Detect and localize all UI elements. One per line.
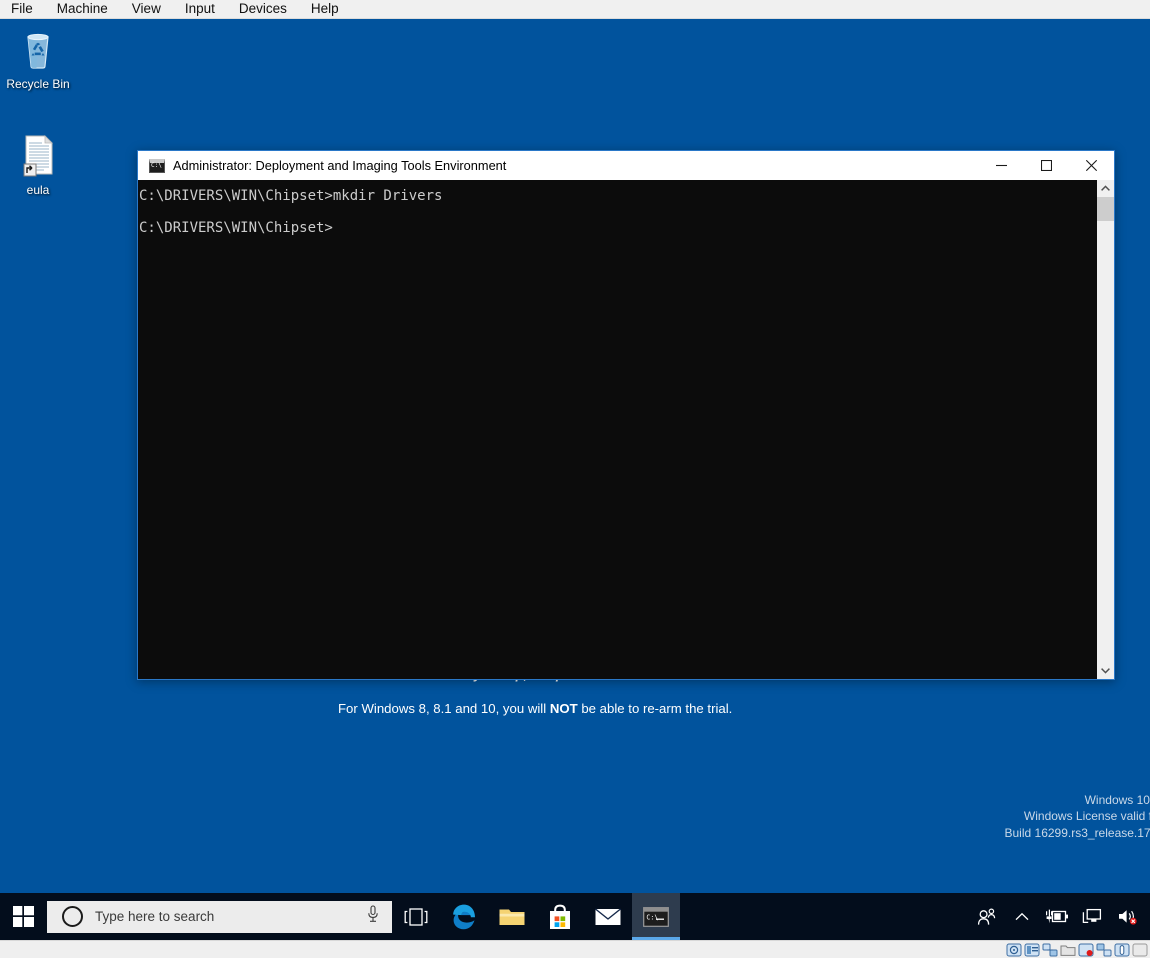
search-placeholder-text: Type here to search xyxy=(95,909,215,924)
tray-power-icon[interactable] xyxy=(1039,893,1074,940)
people-icon xyxy=(977,907,995,925)
virtualbox-menubar: File Machine View Input Devices Help xyxy=(0,0,1150,19)
mail-envelope-icon xyxy=(595,907,621,925)
hard-disk-icon[interactable] xyxy=(1006,943,1022,957)
minimize-button[interactable] xyxy=(979,151,1024,180)
windows-watermark: Windows 10 Enterprise Windows License va… xyxy=(1005,792,1150,842)
desktop-icon-recycle-bin-label: Recycle Bin xyxy=(6,77,70,91)
cortana-circle-icon xyxy=(62,906,83,927)
usb-icon[interactable] xyxy=(1096,943,1112,957)
vbox-menu-input[interactable]: Input xyxy=(173,0,227,18)
cmd-icon xyxy=(149,158,165,173)
windows-desktop[interactable]: Recycle Bin eula For Windows 8, 8.1 and … xyxy=(0,19,1150,893)
console-titlebar[interactable]: Administrator: Deployment and Imaging To… xyxy=(138,151,1114,181)
host-key-icon xyxy=(1132,943,1148,957)
text-document-icon xyxy=(14,131,62,179)
taskbar-file-explorer[interactable] xyxy=(488,893,536,940)
start-button[interactable] xyxy=(0,893,47,940)
info-line-no-rearm-bold: NOT xyxy=(549,701,578,716)
tray-volume-icon[interactable] xyxy=(1109,893,1144,940)
vbox-menu-help[interactable]: Help xyxy=(299,0,351,18)
scrollbar-down-arrow[interactable] xyxy=(1097,662,1114,679)
network-icon[interactable] xyxy=(1042,943,1058,957)
watermark-build: Build 16299.rs3_release.170928-1534 xyxy=(1004,825,1150,840)
scrollbar-thumb[interactable] xyxy=(1097,197,1114,221)
taskbar-task-view[interactable] xyxy=(392,893,440,940)
taskbar-edge[interactable] xyxy=(440,893,488,940)
vbox-menu-view[interactable]: View xyxy=(120,0,173,18)
display-icon[interactable] xyxy=(1078,943,1094,957)
edge-icon xyxy=(453,904,475,929)
maximize-button[interactable] xyxy=(1024,151,1069,180)
vbox-menu-file[interactable]: File xyxy=(0,0,45,18)
task-view-icon xyxy=(404,907,428,926)
virtualbox-statusbar xyxy=(0,940,1150,958)
battery-charging-icon xyxy=(1045,909,1068,924)
scrollbar-up-arrow[interactable] xyxy=(1097,180,1114,197)
folder-icon xyxy=(499,909,525,925)
taskbar-command-prompt[interactable]: C:\ xyxy=(632,893,680,940)
windows-taskbar: Type here to search C:\ xyxy=(0,893,1150,940)
shared-folder-icon[interactable] xyxy=(1060,943,1076,957)
watermark-license: Windows License valid for 90 days xyxy=(1023,809,1150,823)
windows-logo-icon xyxy=(13,906,34,927)
vbox-menu-devices[interactable]: Devices xyxy=(227,0,299,18)
taskbar-microsoft-store[interactable] xyxy=(536,893,584,940)
desktop-icon-eula-label: eula xyxy=(26,183,50,197)
system-tray xyxy=(969,893,1150,940)
cmd-taskbar-icon: C:\ xyxy=(643,906,669,927)
store-bag-icon xyxy=(550,904,570,929)
desktop-icon-eula[interactable]: eula xyxy=(0,131,76,197)
info-line-no-rearm-after: be able to re-arm the trial. xyxy=(577,701,733,716)
close-button[interactable] xyxy=(1069,151,1114,180)
desktop-icon-recycle-bin[interactable]: Recycle Bin xyxy=(0,25,76,91)
tray-show-hidden-icons[interactable] xyxy=(1004,893,1039,940)
watermark-edition: Windows 10 Enterprise xyxy=(1084,792,1150,807)
svg-text:C:\: C:\ xyxy=(646,913,658,921)
window-controls xyxy=(979,151,1114,180)
virtualbox-vm-window: File Machine View Input Devices Help Rec… xyxy=(0,0,1150,958)
console-body[interactable]: C:\DRIVERS\WIN\Chipset>mkdir Drivers C:\… xyxy=(138,180,1114,679)
volume-icon xyxy=(1118,910,1137,925)
console-window-title: Administrator: Deployment and Imaging To… xyxy=(173,158,507,173)
taskbar-mail[interactable] xyxy=(584,893,632,940)
tray-network-icon[interactable] xyxy=(1074,893,1109,940)
command-prompt-window[interactable]: Administrator: Deployment and Imaging To… xyxy=(137,150,1115,680)
microphone-icon[interactable] xyxy=(367,905,379,928)
info-line-no-rearm-before: For Windows 8, 8.1 and 10, you will xyxy=(338,701,550,716)
mouse-capture-icon[interactable] xyxy=(1114,943,1130,957)
console-output-text[interactable]: C:\DRIVERS\WIN\Chipset>mkdir Drivers C:\… xyxy=(138,180,1096,679)
tray-people-icon[interactable] xyxy=(969,893,1004,940)
info-line-no-rearm: For Windows 8, 8.1 and 10, you will NOT … xyxy=(338,700,1038,717)
network-monitor-icon xyxy=(1082,908,1101,924)
console-scrollbar[interactable] xyxy=(1096,180,1114,679)
chevron-up-icon xyxy=(1015,912,1028,920)
optical-drive-icon[interactable] xyxy=(1024,943,1040,957)
vbox-menu-machine[interactable]: Machine xyxy=(45,0,120,18)
search-input[interactable]: Type here to search xyxy=(47,900,392,933)
recycle-bin-icon xyxy=(14,25,62,73)
